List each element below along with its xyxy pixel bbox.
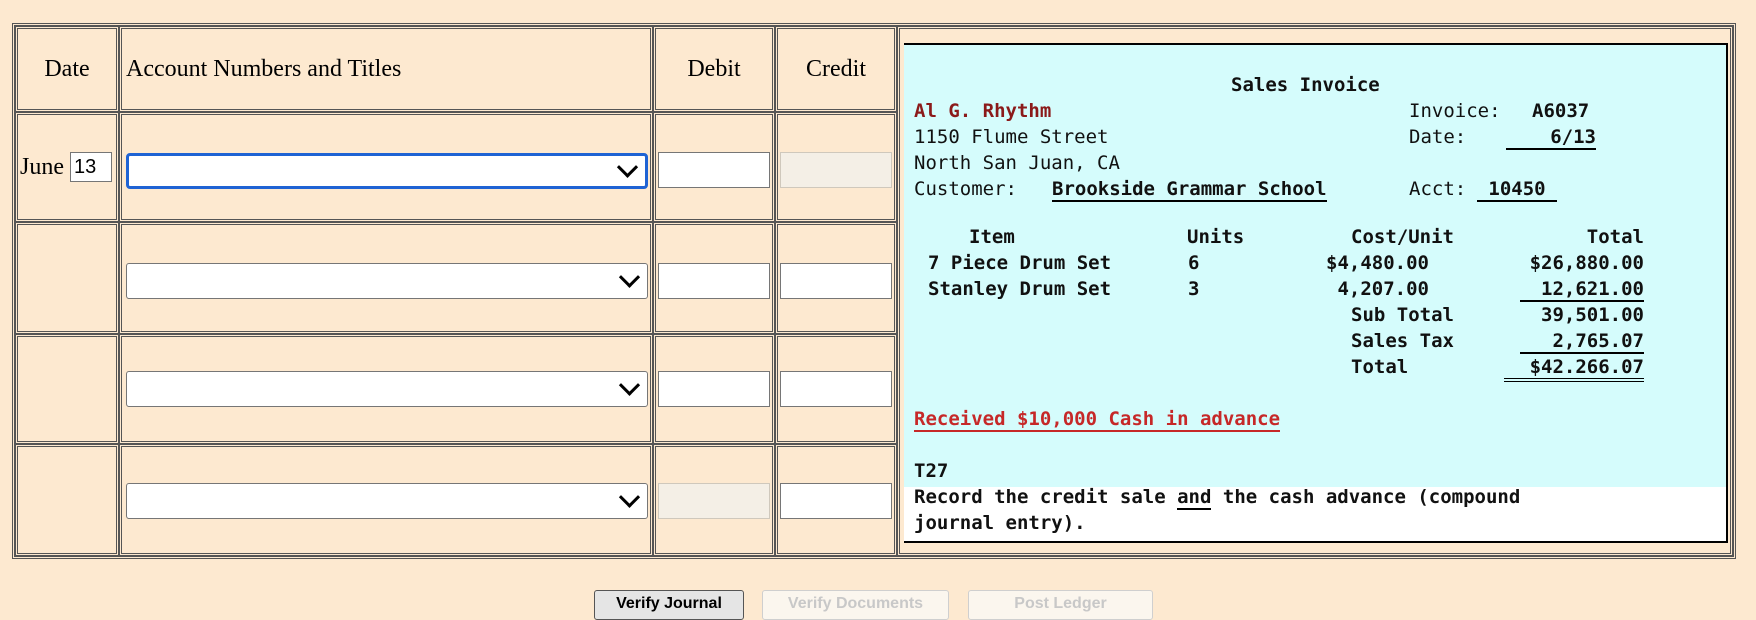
line-1-total: $26,880.00 (1529, 252, 1644, 274)
invoice-date: 6/13 (1506, 126, 1596, 150)
line-1-cost: $4,480.00 (1326, 252, 1429, 274)
credit-input-1-disabled (780, 152, 892, 188)
credit-input-4[interactable] (780, 483, 892, 519)
chevron-down-icon (618, 374, 641, 396)
debit-input-1[interactable] (658, 152, 770, 188)
row-4-debit-cell (653, 444, 775, 556)
row-4-account-cell (119, 444, 653, 556)
debit-input-4-disabled (658, 483, 770, 519)
header-debit-label: Debit (687, 55, 741, 82)
instruction-line-2: journal entry). (914, 512, 1086, 534)
total-label: Total (1351, 356, 1409, 378)
instruction-text-b: the cash advance (compound (1211, 486, 1521, 508)
account-label: Acct: (1409, 178, 1467, 200)
account-select-4[interactable] (126, 483, 648, 519)
post-ledger-button[interactable]: Post Ledger (968, 590, 1153, 620)
debit-input-3[interactable] (658, 371, 770, 407)
line-1-item: 7 Piece Drum Set (928, 252, 1112, 274)
row-2-debit-cell (653, 222, 775, 334)
sales-tax-label: Sales Tax (1351, 330, 1454, 352)
sales-invoice: Sales Invoice Al G. Rhythm 1150 Flume St… (904, 43, 1728, 543)
line-2-units: 3 (1188, 278, 1200, 300)
debit-input-2[interactable] (658, 263, 770, 299)
row-3-debit-cell (653, 334, 775, 444)
line-1-units: 6 (1188, 252, 1200, 274)
chevron-down-icon (616, 156, 639, 178)
credit-input-2[interactable] (780, 263, 892, 299)
line-2-cost: 4,207.00 (1337, 278, 1429, 300)
company-city: North San Juan, CA (914, 152, 1120, 174)
header-account-label: Account Numbers and Titles (126, 55, 402, 82)
invoice-number: A6037 (1532, 100, 1590, 122)
transaction-code: T27 (914, 460, 949, 482)
account-select-1[interactable] (126, 153, 648, 189)
row-1-debit-cell (653, 112, 775, 222)
row-4-credit-cell (775, 444, 897, 556)
sales-tax-value: 2,765.07 (1520, 330, 1644, 354)
row-1-account-cell (119, 112, 653, 222)
line-2-item: Stanley Drum Set (928, 278, 1112, 300)
row-3-credit-cell (775, 334, 897, 444)
customer-name: Brookside Grammar School (1052, 178, 1327, 202)
verify-journal-button[interactable]: Verify Journal (594, 590, 744, 620)
subtotal-value: 39,501.00 (1541, 304, 1644, 326)
advance-note: Received $10,000 Cash in advance (914, 408, 1281, 432)
customer-account: 10450 (1477, 178, 1557, 202)
chevron-down-icon (618, 266, 641, 288)
account-select-3[interactable] (126, 371, 648, 407)
date-day-input[interactable] (70, 152, 112, 182)
total-value: $42.266.07 (1504, 356, 1644, 382)
row-3-account-cell (119, 334, 653, 444)
company-street: 1150 Flume Street (914, 126, 1109, 148)
col-total: Total (1586, 226, 1644, 248)
subtotal-label: Sub Total (1351, 304, 1454, 326)
invoice-date-label: Date: (1409, 126, 1467, 148)
instruction-text-a: Record the credit sale (914, 486, 1178, 508)
line-2-total: 12,621.00 (1520, 278, 1644, 302)
col-cost: Cost/Unit (1351, 226, 1454, 248)
header-date-label: Date (44, 55, 90, 82)
instruction-emphasis: and (1177, 486, 1212, 510)
invoice-number-label: Invoice: (1409, 100, 1501, 122)
header-account: Account Numbers and Titles (119, 26, 653, 112)
credit-input-3[interactable] (780, 371, 892, 407)
verify-documents-button[interactable]: Verify Documents (762, 590, 949, 620)
chevron-down-icon (618, 486, 641, 508)
header-credit-label: Credit (806, 55, 866, 82)
row-2-date-cell (15, 222, 119, 334)
row-3-date-cell (15, 334, 119, 444)
account-select-2[interactable] (126, 263, 648, 299)
company-name: Al G. Rhythm (914, 100, 1052, 122)
date-month: June (20, 153, 64, 180)
row-1-date-cell: June (15, 112, 119, 222)
row-1-credit-cell (775, 112, 897, 222)
row-4-date-cell (15, 444, 119, 556)
header-credit: Credit (775, 26, 897, 112)
col-item: Item (969, 226, 1015, 248)
invoice-title: Sales Invoice (1231, 74, 1380, 96)
col-units: Units (1187, 226, 1245, 248)
header-date: Date (15, 26, 119, 112)
row-2-credit-cell (775, 222, 897, 334)
customer-label: Customer: (914, 178, 1017, 200)
row-2-account-cell (119, 222, 653, 334)
header-debit: Debit (653, 26, 775, 112)
instruction-line-1: Record the credit sale and the cash adva… (914, 486, 1521, 510)
